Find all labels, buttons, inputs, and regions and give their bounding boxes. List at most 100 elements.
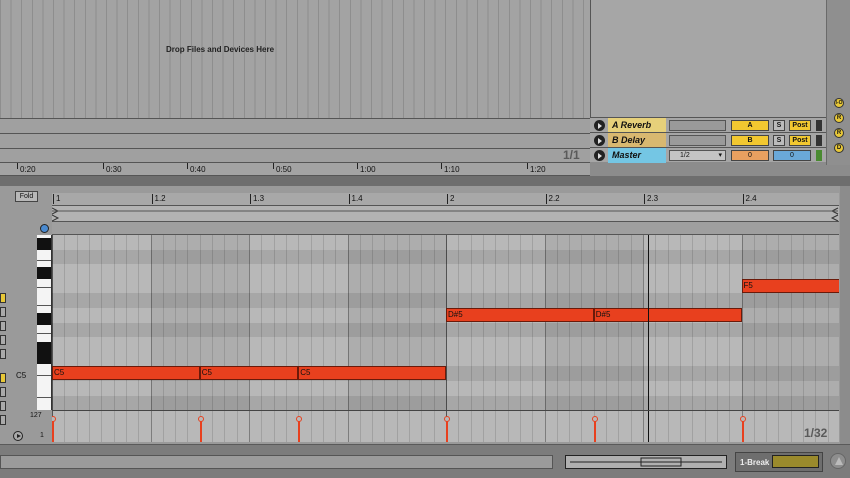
track-row-b-delay[interactable]: B Delay B S Post (590, 132, 826, 148)
sends-toggle-button[interactable]: R (834, 128, 844, 138)
arrangement-drop-area[interactable] (0, 0, 590, 118)
velocity-handle[interactable] (296, 416, 303, 422)
track-name[interactable]: A Reverb (608, 118, 666, 133)
track-lane-master[interactable] (0, 148, 590, 163)
preview-play-icon[interactable] (13, 431, 23, 441)
send-a-button[interactable]: A (731, 120, 769, 131)
midi-note[interactable]: C5 (199, 366, 299, 381)
right-toolbar: I-O R R D (826, 0, 850, 165)
track-lane-a-reverb[interactable] (0, 118, 590, 133)
black-key[interactable] (37, 352, 51, 364)
track-lane-b-delay[interactable] (0, 133, 590, 148)
black-key[interactable] (37, 313, 51, 325)
track-name[interactable]: Master (608, 148, 666, 163)
track-play-icon[interactable] (594, 150, 605, 161)
side-tool-button[interactable] (0, 401, 6, 411)
black-key[interactable] (37, 238, 51, 250)
side-tool-button[interactable] (0, 349, 6, 359)
loop-markers (52, 207, 839, 222)
velocity-stem[interactable] (741, 420, 744, 442)
grid-line (236, 235, 238, 410)
side-tool-button[interactable] (0, 321, 6, 331)
break-label: 1-Break (740, 458, 770, 467)
midi-note[interactable]: C5 (298, 366, 446, 381)
view-splitter[interactable] (0, 176, 850, 186)
solo-button[interactable]: S (773, 120, 785, 131)
overview-navigator[interactable] (565, 455, 727, 469)
velocity-handle[interactable] (197, 416, 204, 422)
loop-brace-strip[interactable] (52, 206, 839, 222)
velocity-handle[interactable] (52, 416, 56, 422)
key-divider (37, 305, 51, 306)
side-tool-button[interactable] (0, 293, 6, 303)
grid-line (261, 411, 263, 442)
grid-line (409, 411, 411, 442)
velocity-handle[interactable] (739, 416, 746, 422)
track-row-master[interactable]: Master 1/2 ▾ 0 0 (590, 147, 826, 163)
send-b-button[interactable]: B (731, 135, 769, 146)
post-button[interactable]: Post (789, 120, 811, 131)
grid-line (125, 235, 127, 410)
delay-toggle-button[interactable]: D (834, 143, 844, 153)
grid-line (322, 411, 324, 442)
grid-line (827, 411, 829, 442)
post-button[interactable]: Post (789, 135, 811, 146)
note-grid[interactable]: C5 C5 C5 D#5 D#5 F5 (52, 235, 839, 410)
midi-note[interactable]: D#5 (446, 308, 594, 322)
grid-line (409, 235, 411, 410)
side-tool-button[interactable] (0, 307, 6, 317)
time-tick-label: 0:30 (103, 163, 122, 174)
track-name[interactable]: B Delay (608, 133, 666, 148)
velocity-handle[interactable] (591, 416, 598, 422)
master-volume-left[interactable]: 0 (731, 150, 769, 161)
master-volume-right[interactable]: 0 (773, 150, 811, 161)
playhead[interactable] (647, 235, 649, 410)
piano-keyboard[interactable] (37, 235, 52, 410)
midi-note[interactable]: D#5 (593, 308, 742, 322)
grid-line (273, 411, 275, 442)
grid-line (482, 411, 484, 442)
track-input-slot[interactable] (669, 120, 726, 131)
black-key[interactable] (37, 267, 51, 279)
velocity-stem[interactable] (446, 420, 448, 442)
midi-note[interactable]: C5 (52, 366, 200, 381)
velocity-stem[interactable] (593, 420, 596, 442)
track-row-a-reverb[interactable]: A Reverb A S Post (590, 117, 826, 133)
triangle-icon[interactable] (830, 453, 846, 469)
grid-line (138, 235, 140, 410)
returns-toggle-button[interactable]: R (834, 113, 844, 123)
velocity-stem[interactable] (199, 420, 202, 442)
velocity-lane[interactable] (52, 410, 839, 442)
grid-line (729, 235, 731, 410)
bar-ruler[interactable]: 1 1.2 1.3 1.4 2 2.2 2.3 2.4 (52, 193, 839, 206)
master-input-select[interactable]: 1/2 ▾ (669, 150, 726, 161)
midi-note[interactable]: F5 (741, 278, 839, 293)
grid-line (556, 411, 558, 442)
grid-line (150, 411, 152, 442)
loop-toggle-icon[interactable] (40, 224, 49, 233)
playhead (647, 411, 649, 442)
side-tool-button[interactable] (0, 415, 6, 425)
track-meter (816, 120, 822, 131)
velocity-stem[interactable] (52, 420, 54, 442)
solo-button[interactable]: S (773, 135, 785, 146)
io-toggle-button[interactable]: I-O (834, 98, 844, 108)
velocity-stem[interactable] (298, 420, 301, 442)
marker-strip[interactable] (52, 222, 839, 235)
time-tick-label: 1:00 (357, 163, 376, 174)
status-field (0, 455, 553, 469)
track-play-icon[interactable] (594, 120, 605, 131)
side-tool-button[interactable] (0, 387, 6, 397)
time-ruler[interactable]: 0:20 0:30 0:40 0:50 1:00 1:10 1:20 (0, 162, 590, 176)
bar-tick-label: 2 (446, 194, 455, 204)
side-tool-button[interactable] (0, 373, 6, 383)
key-divider (37, 287, 51, 288)
fold-button[interactable]: Fold (15, 191, 38, 202)
velocity-handle[interactable] (444, 416, 450, 422)
grid-line (544, 235, 546, 410)
bar-tick-label: 1.3 (249, 194, 265, 204)
side-tool-button[interactable] (0, 335, 6, 345)
track-play-icon[interactable] (594, 135, 605, 146)
track-input-slot[interactable] (669, 135, 726, 146)
clip-grid-fraction: 1/32 (804, 426, 828, 440)
